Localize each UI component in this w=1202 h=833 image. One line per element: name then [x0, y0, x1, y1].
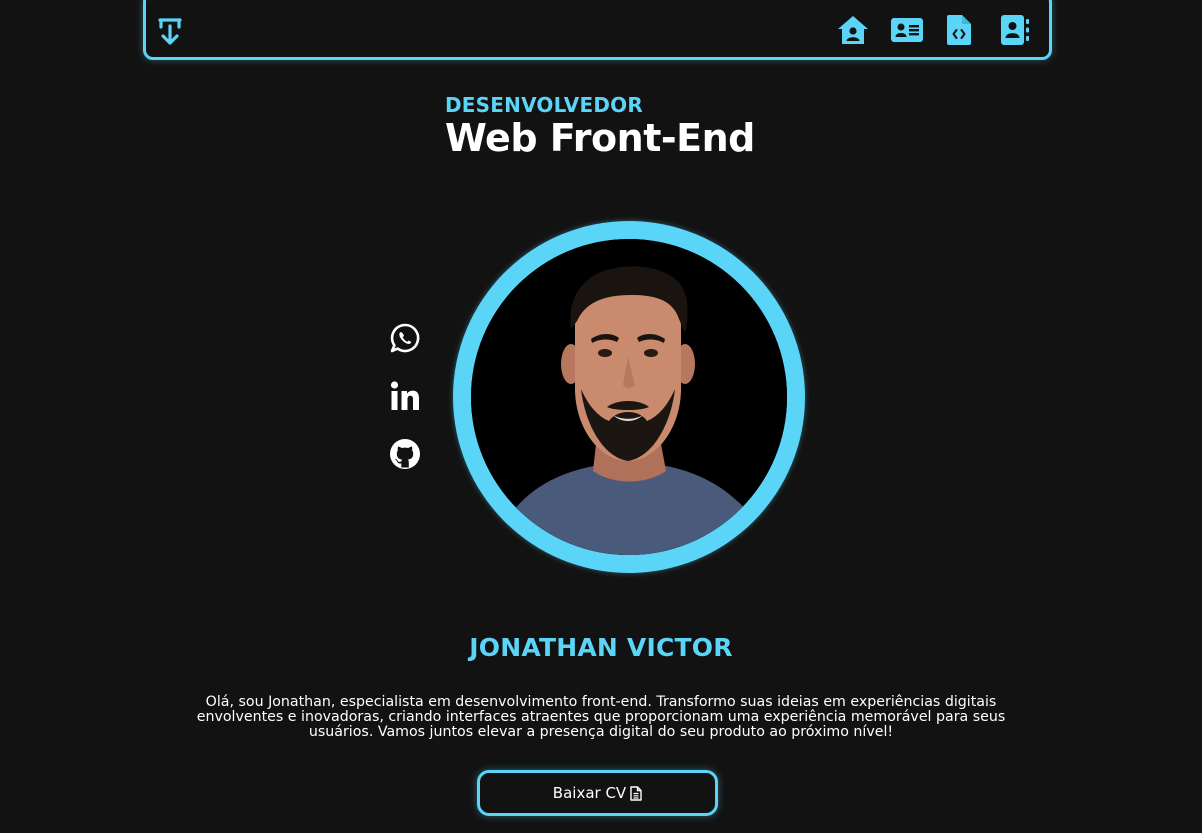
nav-about-button[interactable]	[890, 16, 924, 44]
social-links	[389, 322, 423, 474]
profile-bio: Olá, sou Jonathan, especialista em desen…	[196, 694, 1006, 740]
hero-title: Web Front-End	[445, 116, 755, 160]
linkedin-link[interactable]	[389, 380, 421, 416]
profile-avatar-ring	[453, 221, 805, 573]
contact-book-icon	[1001, 15, 1029, 45]
hero-subtitle: DESENVOLVEDOR	[445, 93, 643, 117]
profile-photo	[471, 239, 787, 555]
github-icon	[390, 439, 420, 469]
hero-heading: DESENVOLVEDOR Web Front-End	[445, 92, 755, 158]
nav-projects-button[interactable]	[947, 14, 971, 46]
download-button[interactable]	[155, 15, 185, 49]
linkedin-icon	[390, 381, 419, 410]
file-code-icon	[947, 15, 971, 45]
top-navbar	[143, 0, 1052, 60]
download-cv-button[interactable]: Baixar CV	[477, 770, 718, 816]
nav-contact-button[interactable]	[1000, 14, 1030, 46]
whatsapp-icon	[390, 323, 420, 353]
home-icon	[838, 16, 868, 44]
whatsapp-link[interactable]	[389, 322, 421, 358]
file-icon	[630, 785, 642, 801]
portfolio-page: DESENVOLVEDOR Web Front-End JONATHAN VIC…	[0, 0, 1202, 833]
download-cv-label: Baixar CV	[552, 784, 627, 802]
profile-person-illustration	[471, 239, 787, 555]
download-icon	[158, 18, 182, 45]
nav-home-button[interactable]	[836, 14, 870, 46]
id-card-icon	[891, 18, 923, 42]
profile-name: JONATHAN VICTOR	[469, 633, 733, 662]
github-link[interactable]	[389, 438, 421, 474]
